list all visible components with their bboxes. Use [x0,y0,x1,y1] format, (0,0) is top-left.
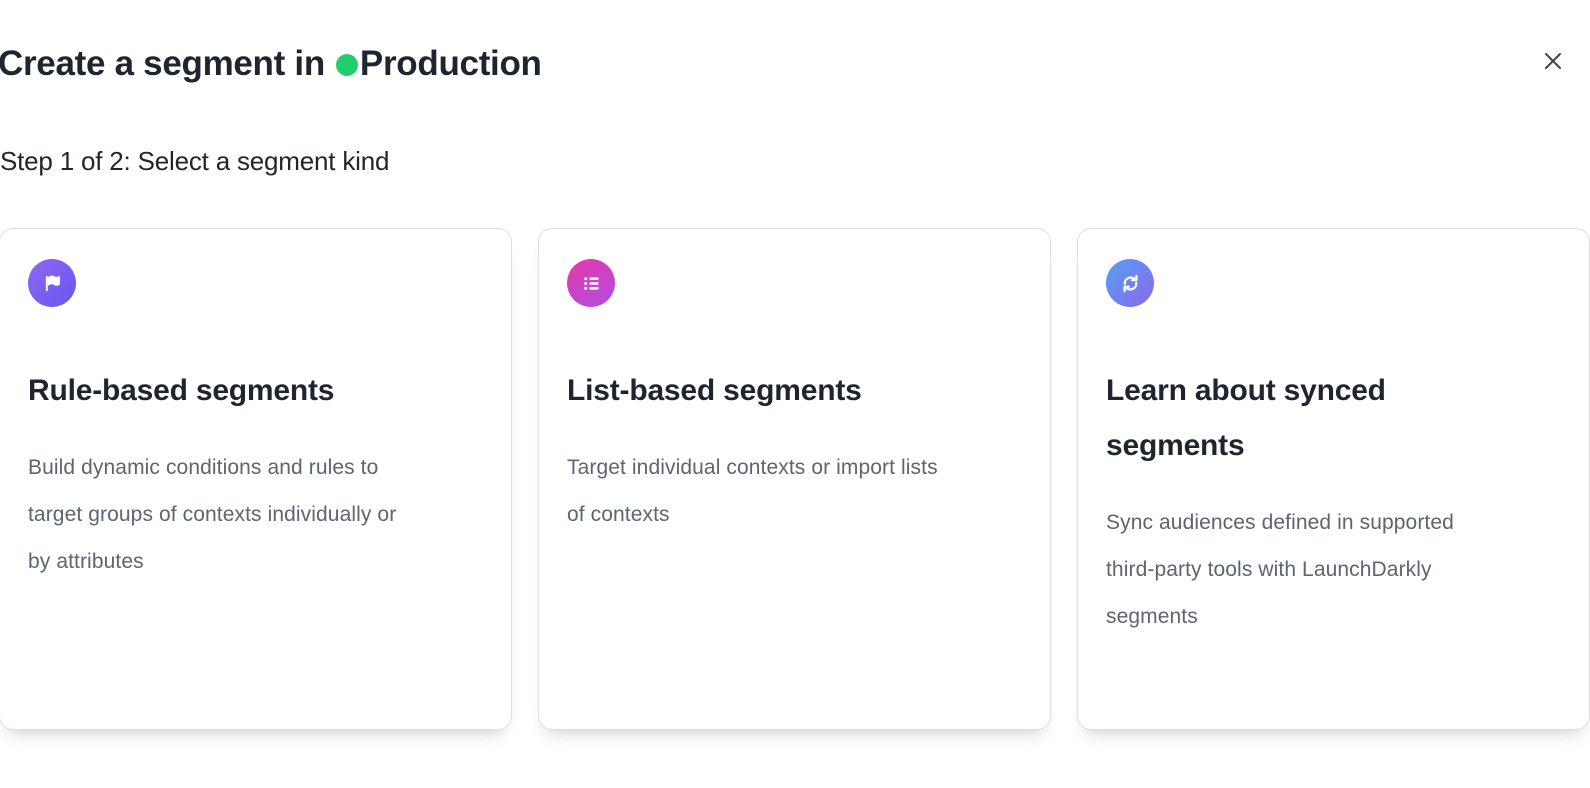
card-title: List-based segments [567,363,1022,418]
card-list-based-segments[interactable]: List-based segments Target individual co… [538,228,1051,730]
sync-icon [1106,259,1154,307]
modal-title: Create a segment in Production [0,44,542,84]
card-rule-based-segments[interactable]: Rule-based segments Build dynamic condit… [0,228,512,730]
list-icon [567,259,615,307]
card-synced-segments[interactable]: Learn about synced segments Sync audienc… [1077,228,1590,730]
environment-status-dot-icon [336,54,358,76]
close-button[interactable] [1538,46,1568,76]
card-description: Target individual contexts or import lis… [567,444,1022,538]
card-title: Rule-based segments [28,363,483,418]
segment-kind-options: Rule-based segments Build dynamic condit… [0,228,1590,730]
flag-icon [28,259,76,307]
environment-name: Production [360,44,542,84]
step-label: Step 1 of 2: Select a segment kind [0,146,389,177]
card-description: Sync audiences defined in supported thir… [1106,499,1561,640]
card-title: Learn about synced segments [1106,363,1561,473]
create-segment-modal: Create a segment in Production Step 1 of… [0,0,1590,788]
card-description: Build dynamic conditions and rules to ta… [28,444,483,585]
close-icon [1541,49,1565,73]
modal-title-prefix: Create a segment in [0,44,325,84]
